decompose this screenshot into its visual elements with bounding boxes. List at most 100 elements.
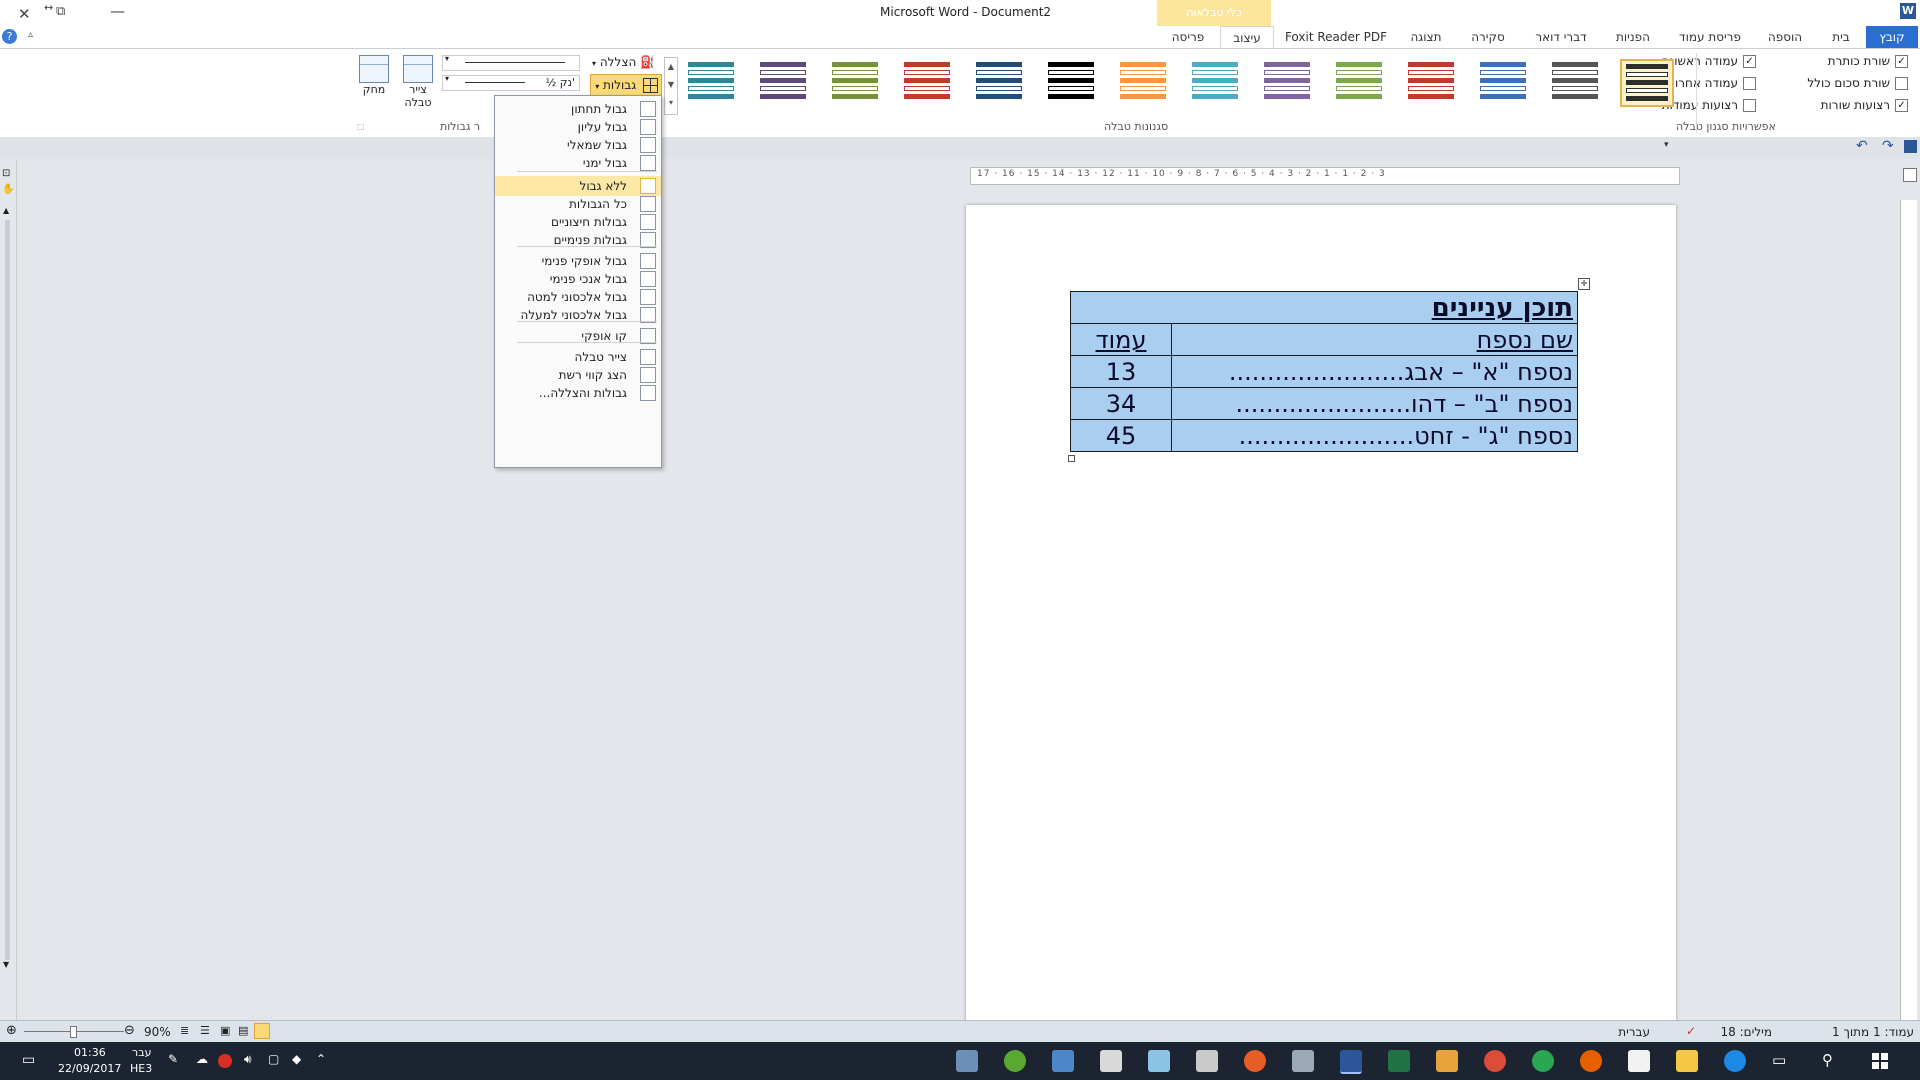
tab-layout[interactable]: פריסה: [1162, 26, 1214, 48]
notifications-icon[interactable]: ▭: [22, 1052, 35, 1068]
menu-item[interactable]: גבולות חיצוניים: [495, 212, 661, 232]
page-number-cell[interactable]: 45: [1070, 419, 1172, 452]
toc-title[interactable]: תוכן עניינים: [1070, 291, 1578, 324]
table-style-thumb[interactable]: [1332, 59, 1386, 107]
edge-icon[interactable]: [1724, 1050, 1746, 1072]
search-icon[interactable]: ⚲: [1822, 1051, 1833, 1069]
checkbox-icon[interactable]: ✓: [1895, 99, 1908, 112]
close-icon[interactable]: ✕: [18, 5, 31, 23]
tab-review[interactable]: סקירה: [1460, 26, 1516, 48]
tray-expand-icon[interactable]: ⌃: [316, 1052, 326, 1066]
scroll-up-icon[interactable]: ▲: [3, 206, 9, 215]
vertical-ruler[interactable]: [1900, 200, 1917, 1020]
option-last-column[interactable]: עמודה אחרונה: [1662, 76, 1756, 90]
undo-icon[interactable]: ↶: [1856, 138, 1868, 154]
appendix-name-cell[interactable]: נספח "ג" - זחט.......................: [1171, 419, 1578, 452]
table-style-thumb[interactable]: [900, 59, 954, 107]
photos-icon[interactable]: [1052, 1050, 1074, 1072]
scroll-down-icon[interactable]: ▼: [3, 960, 9, 969]
zoom-in-icon[interactable]: ⊕: [6, 1023, 17, 1038]
pen-weight-select[interactable]: ▾ ½ נק': [442, 74, 580, 91]
excel-taskbar-icon[interactable]: [1388, 1050, 1410, 1072]
clock-time[interactable]: 01:36: [74, 1046, 106, 1059]
network-icon[interactable]: ▢: [268, 1052, 279, 1066]
appendix-name-cell[interactable]: נספח "ב" – דהו.......................: [1171, 387, 1578, 420]
view-reading-icon[interactable]: ▤: [238, 1024, 248, 1037]
skype-icon[interactable]: [1244, 1050, 1266, 1072]
draw-table-button[interactable]: צייר טבלה: [400, 55, 436, 109]
menu-item[interactable]: גבול אופקי פנימי: [495, 251, 661, 271]
menu-item[interactable]: גבול אנכי פנימי: [495, 269, 661, 289]
page-number-cell[interactable]: 34: [1070, 387, 1172, 420]
table-style-thumb[interactable]: [972, 59, 1026, 107]
language-indicator[interactable]: עברית: [1618, 1025, 1650, 1039]
menu-item[interactable]: קו אופקי: [495, 326, 661, 346]
option-header-row[interactable]: שורת כותרת ✓: [1828, 54, 1908, 68]
menu-item[interactable]: הצג קווי רשת: [495, 365, 661, 385]
table-style-thumb[interactable]: [828, 59, 882, 107]
horizontal-ruler[interactable]: 3 · 2 · 1 · 1 · 2 · 3 · 4 · 5 · 6 · 7 · …: [970, 167, 1680, 185]
page-count[interactable]: עמוד: 1 מתוך 1: [1832, 1025, 1914, 1039]
ruler-toggle-icon[interactable]: [1903, 168, 1917, 182]
menu-item[interactable]: ללא גבול: [495, 176, 661, 196]
view-draft-icon[interactable]: ≣: [180, 1024, 189, 1037]
collapse-ribbon-icon[interactable]: ▵: [28, 29, 33, 40]
volume-icon[interactable]: 🔊︎: [244, 1052, 252, 1067]
table-resize-handle[interactable]: [1068, 455, 1075, 462]
save-icon[interactable]: [1904, 140, 1917, 153]
document-page[interactable]: ✛ תוכן עניינים שם נספח עמוד נספח "א" – א…: [966, 205, 1676, 1025]
help-icon[interactable]: ?: [2, 29, 17, 44]
restore-icon[interactable]: ⧉: [56, 4, 65, 19]
option-banded-rows[interactable]: רצועות שורות ✓: [1821, 98, 1908, 112]
tab-references[interactable]: הפניות: [1605, 26, 1661, 48]
menu-item[interactable]: צייר טבלה: [495, 347, 661, 367]
store-icon[interactable]: [1628, 1050, 1650, 1072]
menu-item[interactable]: כל הגבולות: [495, 194, 661, 214]
checkbox-icon[interactable]: [1743, 77, 1756, 90]
table-move-handle-icon[interactable]: ✛: [1578, 278, 1590, 290]
zoom-out-icon[interactable]: ⊖: [124, 1023, 135, 1038]
start-windows-icon[interactable]: [1872, 1053, 1888, 1069]
checkbox-icon[interactable]: [1743, 99, 1756, 112]
pen-icon[interactable]: ✎: [168, 1052, 178, 1066]
input-language-code[interactable]: HE3: [130, 1062, 152, 1075]
menu-item[interactable]: גבול תחתון: [495, 99, 661, 119]
hand-icon[interactable]: ✋: [2, 184, 14, 195]
utorrent-icon[interactable]: [1004, 1050, 1026, 1072]
table-style-thumb[interactable]: [1404, 59, 1458, 107]
toc-table[interactable]: תוכן עניינים שם נספח עמוד נספח "א" – אבג…: [1070, 291, 1578, 452]
view-print-layout-icon[interactable]: [254, 1023, 270, 1039]
table-style-thumb[interactable]: [756, 59, 810, 107]
table-style-thumb[interactable]: [684, 59, 738, 107]
menu-item[interactable]: גבולות פנימיים: [495, 230, 661, 250]
task-view-icon[interactable]: ▭: [1772, 1051, 1786, 1069]
option-total-row[interactable]: שורת סכום כולל: [1807, 76, 1908, 90]
borders-button[interactable]: גבולות ▾: [590, 74, 662, 96]
checkbox-icon[interactable]: ✓: [1743, 55, 1756, 68]
tab-view[interactable]: תצוגה: [1400, 26, 1452, 48]
option-banded-columns[interactable]: רצועות עמודות: [1662, 98, 1756, 112]
table-style-thumb[interactable]: [1188, 59, 1242, 107]
table-style-thumb[interactable]: [1620, 59, 1674, 107]
tab-file[interactable]: קובץ: [1866, 26, 1918, 48]
menu-item[interactable]: גבול אלכסוני למטה: [495, 287, 661, 307]
view-outline-icon[interactable]: ☰: [200, 1024, 210, 1037]
dropbox-icon[interactable]: ◆: [292, 1052, 301, 1066]
eraser-button[interactable]: מחק: [356, 55, 392, 96]
redo-icon[interactable]: ↷: [1882, 138, 1894, 154]
clock-date[interactable]: 22/09/2017: [58, 1062, 121, 1075]
tab-insert[interactable]: הוספה: [1760, 26, 1810, 48]
calculator-icon[interactable]: [1100, 1050, 1122, 1072]
menu-item[interactable]: גבול אלכסוני למעלה: [495, 305, 661, 325]
chrome-icon[interactable]: [1532, 1050, 1554, 1072]
menu-item[interactable]: גבולות והצללה...: [495, 383, 661, 403]
chrome-icon[interactable]: [1484, 1050, 1506, 1072]
option-first-column[interactable]: עמודה ראשונה ✓: [1662, 54, 1756, 68]
page-number-cell[interactable]: 13: [1070, 355, 1172, 388]
tab-home[interactable]: בית: [1820, 26, 1862, 48]
tab-design[interactable]: עיצוב: [1220, 26, 1274, 49]
header-page-cell[interactable]: עמוד: [1070, 323, 1172, 356]
word-taskbar-icon[interactable]: [1340, 1050, 1362, 1074]
proofing-icon[interactable]: ✓: [1686, 1024, 1696, 1038]
zoom-slider-thumb[interactable]: [70, 1026, 77, 1038]
